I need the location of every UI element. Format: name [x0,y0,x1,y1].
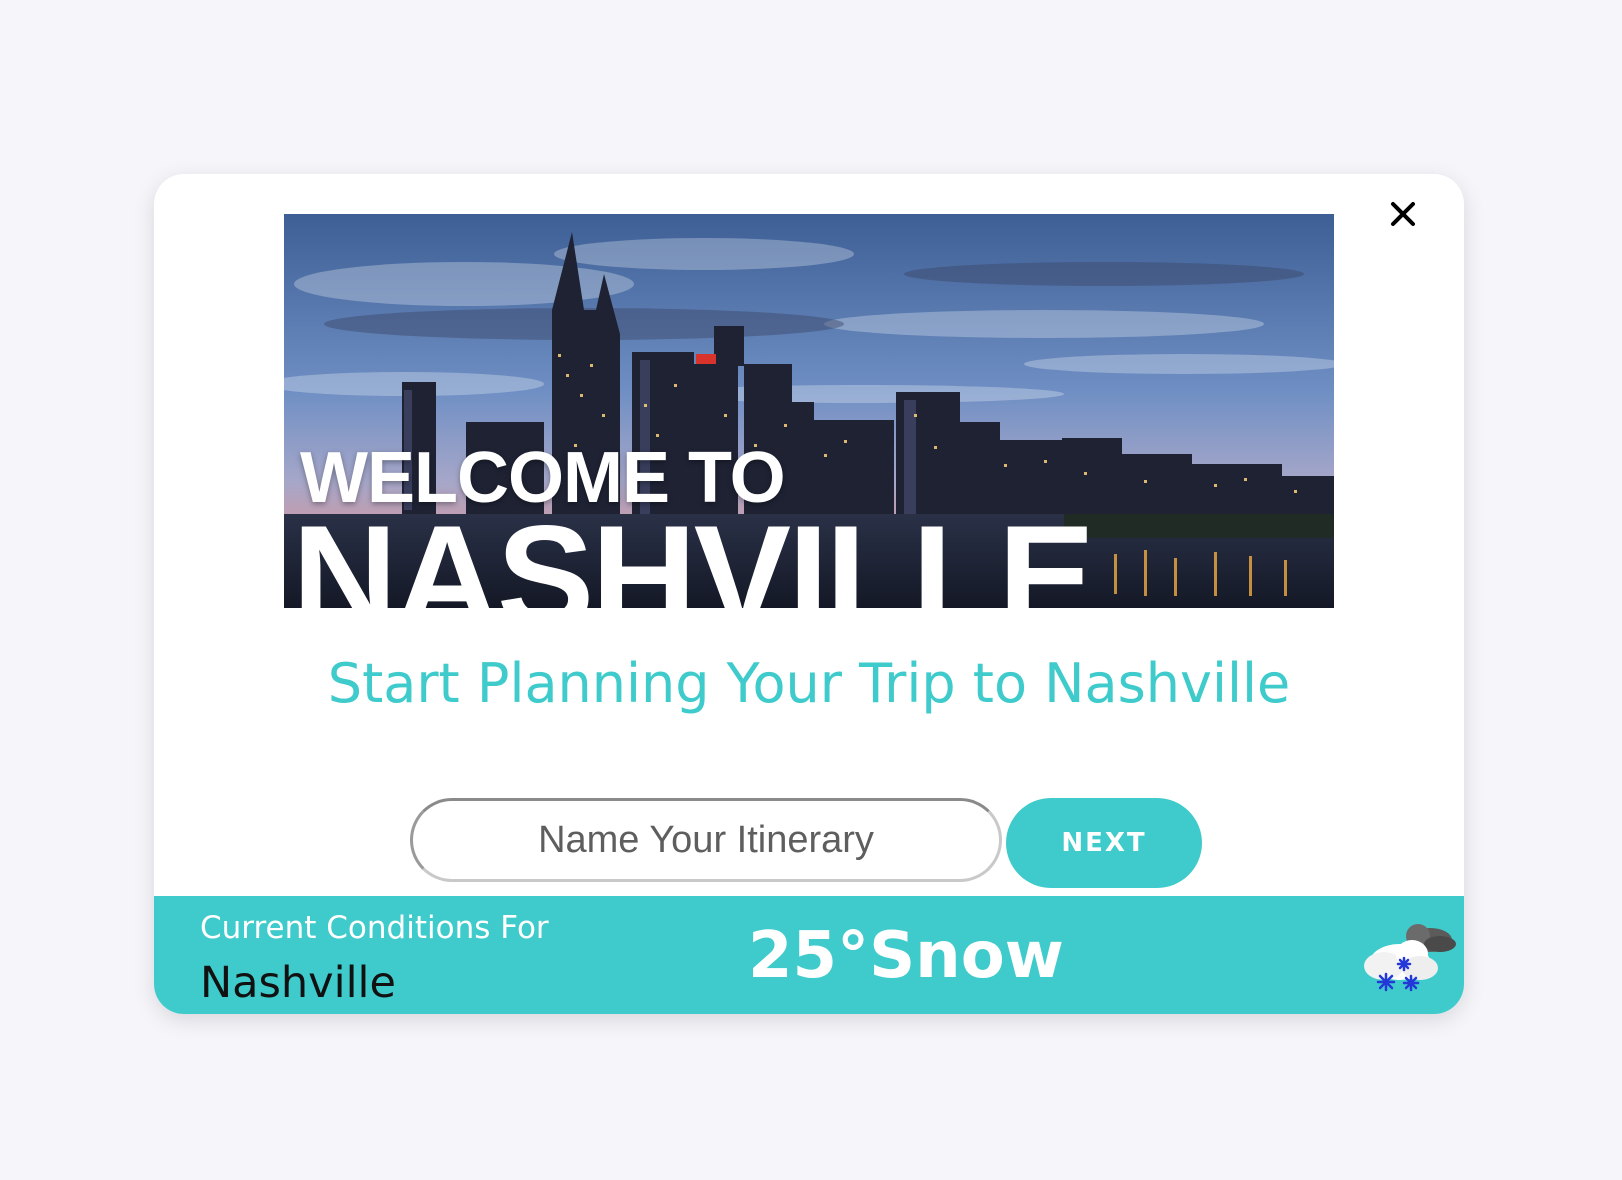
conditions-summary: 25°Snow [748,919,1064,993]
planning-headline: Start Planning Your Trip to Nashville [327,652,1291,715]
welcome-modal: WELCOME TO NASHVILLE Start Planning Your… [154,174,1464,1014]
conditions-city: Nashville [200,958,396,1008]
snow-cloud-icon [1364,924,1456,992]
conditions-label: Current Conditions For [200,910,549,946]
close-button[interactable] [1383,194,1423,234]
itinerary-name-input[interactable] [410,798,1002,882]
weather-bar: Current Conditions For Nashville 25°Snow [154,896,1464,1014]
close-icon [1391,202,1415,226]
hero-heading-city: NASHVILLE [292,495,1095,609]
next-button[interactable]: NEXT [1006,798,1202,888]
itinerary-form: NEXT [410,798,1210,890]
hero-banner: WELCOME TO NASHVILLE [284,214,1334,608]
